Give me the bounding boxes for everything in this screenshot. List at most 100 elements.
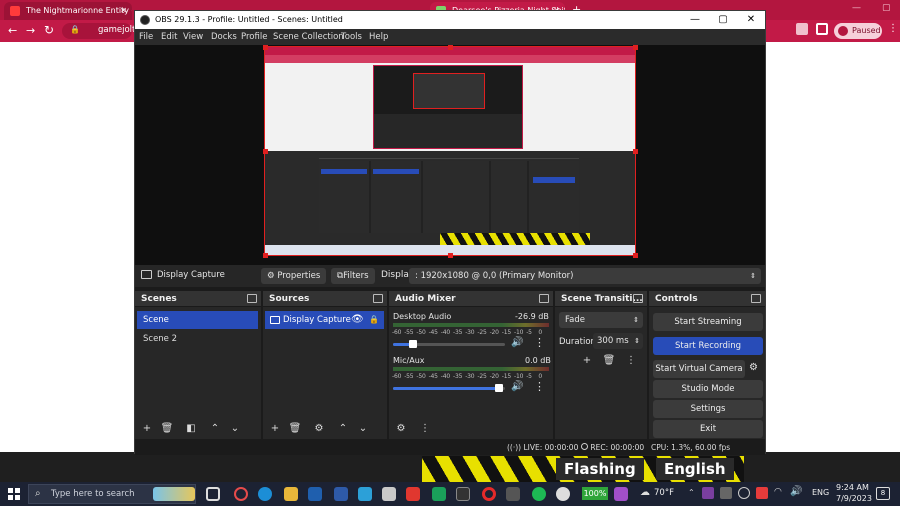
- eye-icon[interactable]: 👁: [351, 311, 364, 329]
- properties-button[interactable]: ⚙ Properties: [261, 268, 327, 284]
- chevron-up-icon[interactable]: ⌃: [688, 488, 695, 497]
- spotify-icon[interactable]: [532, 487, 546, 501]
- task-view-icon[interactable]: [206, 487, 220, 501]
- volume-icon[interactable]: 🔊: [790, 486, 802, 497]
- back-icon[interactable]: ←: [8, 24, 17, 37]
- settings-button[interactable]: Settings: [653, 400, 763, 418]
- menu-scene-collection[interactable]: Scene Collection: [273, 29, 344, 45]
- profile-paused-button[interactable]: Paused: [834, 23, 882, 39]
- menu-kebab-icon[interactable]: ⋮: [534, 336, 545, 349]
- trash-icon[interactable]: 🗑: [287, 421, 303, 437]
- filter-icon[interactable]: ◧: [183, 421, 199, 437]
- menu-help[interactable]: Help: [369, 29, 388, 45]
- start-recording-button[interactable]: Start Recording: [653, 337, 763, 355]
- menu-kebab-icon[interactable]: ⋮: [534, 380, 545, 393]
- undock-icon[interactable]: [751, 294, 761, 303]
- battery-indicator[interactable]: 100%: [582, 487, 608, 500]
- resize-handle[interactable]: [263, 253, 268, 258]
- opera-gx-icon[interactable]: [234, 487, 248, 501]
- clock-time[interactable]: 9:24 AM: [836, 483, 869, 492]
- terminal-icon[interactable]: [432, 487, 446, 501]
- speaker-icon[interactable]: 🔊: [511, 337, 523, 348]
- resize-handle[interactable]: [263, 45, 268, 50]
- menu-profile[interactable]: Profile: [241, 29, 267, 45]
- menu-view[interactable]: View: [183, 29, 203, 45]
- menu-kebab-icon[interactable]: ⋮: [888, 23, 898, 34]
- weather-temp[interactable]: 70°F: [654, 488, 674, 498]
- studio-mode-button[interactable]: Studio Mode: [653, 380, 763, 398]
- display-capture-preview[interactable]: [264, 46, 636, 256]
- resize-handle[interactable]: [633, 45, 638, 50]
- opera-icon[interactable]: [482, 487, 496, 501]
- menu-tools[interactable]: Tools: [341, 29, 362, 45]
- display-select[interactable]: : 1920x1080 @ 0,0 (Primary Monitor) ⇕: [409, 268, 761, 284]
- source-item[interactable]: Display Capture 👁 🔒: [265, 311, 384, 329]
- start-virtual-camera-button[interactable]: Start Virtual Camera: [653, 360, 745, 378]
- volume-slider-knob[interactable]: [495, 384, 504, 392]
- undock-icon[interactable]: [373, 294, 383, 303]
- forward-icon[interactable]: →: [26, 24, 35, 37]
- address-bar[interactable]: 🔒 gamejolt: [62, 23, 135, 39]
- minimize-icon[interactable]: —: [681, 11, 709, 29]
- obs-icon[interactable]: [556, 487, 570, 501]
- menu-edit[interactable]: Edit: [161, 29, 177, 45]
- exit-button[interactable]: Exit: [653, 420, 763, 438]
- app-icon[interactable]: [614, 487, 628, 501]
- scene-item[interactable]: Scene: [137, 311, 258, 329]
- resize-handle[interactable]: [448, 45, 453, 50]
- menu-kebab-icon[interactable]: ⋮: [623, 353, 639, 369]
- advanced-audio-gear-icon[interactable]: ⚙: [393, 421, 409, 437]
- reload-icon[interactable]: ↻: [44, 23, 54, 37]
- speaker-icon[interactable]: 🔊: [511, 381, 523, 392]
- clock-date[interactable]: 7/9/2023: [836, 494, 872, 503]
- trash-icon[interactable]: 🗑: [601, 353, 617, 369]
- calendar-icon[interactable]: [334, 487, 348, 501]
- add-icon[interactable]: +: [267, 421, 283, 437]
- tray-icon[interactable]: [720, 487, 732, 499]
- gear-icon[interactable]: ⚙: [749, 362, 758, 373]
- menu-kebab-icon[interactable]: ⋮: [417, 421, 433, 437]
- volume-slider-knob[interactable]: [409, 340, 418, 348]
- close-icon[interactable]: ✕: [737, 11, 765, 29]
- start-streaming-button[interactable]: Start Streaming: [653, 313, 763, 331]
- close-icon[interactable]: ✕: [120, 2, 127, 20]
- sidebar-icon[interactable]: [816, 23, 828, 35]
- undock-icon[interactable]: [247, 294, 257, 303]
- menu-file[interactable]: File: [139, 29, 153, 45]
- calculator-icon[interactable]: [382, 487, 396, 501]
- store-icon[interactable]: [308, 487, 322, 501]
- duration-input[interactable]: 300 ms ⇕: [593, 333, 643, 349]
- maximize-icon[interactable]: ▢: [709, 11, 737, 29]
- scene-item[interactable]: Scene 2: [137, 330, 258, 348]
- windows-start-icon[interactable]: [8, 488, 20, 500]
- taskbar-search[interactable]: ⌕ Type here to search: [28, 484, 196, 504]
- gmail-icon[interactable]: [406, 487, 420, 501]
- resize-handle[interactable]: [448, 253, 453, 258]
- lock-icon[interactable]: 🔒: [369, 311, 379, 329]
- move-up-icon[interactable]: ⌃: [335, 421, 351, 437]
- resize-handle[interactable]: [633, 253, 638, 258]
- file-explorer-icon[interactable]: [284, 487, 298, 501]
- tray-icon[interactable]: [738, 487, 750, 499]
- undock-icon[interactable]: [539, 294, 549, 303]
- resize-handle[interactable]: [633, 149, 638, 154]
- wifi-icon[interactable]: ◠: [774, 487, 782, 497]
- app-l-icon[interactable]: [358, 487, 372, 501]
- move-down-icon[interactable]: ⌄: [355, 421, 371, 437]
- extension-icon[interactable]: [796, 23, 808, 35]
- menu-docks[interactable]: Docks: [211, 29, 237, 45]
- app-icon[interactable]: [456, 487, 470, 501]
- app-icon[interactable]: [506, 487, 520, 501]
- browser-tab-1[interactable]: The Nightmarionne Entity - How ✕: [4, 2, 132, 20]
- undock-icon[interactable]: [633, 294, 643, 303]
- add-icon[interactable]: +: [579, 353, 595, 369]
- edge-icon[interactable]: [258, 487, 272, 501]
- move-up-icon[interactable]: ⌃: [207, 421, 223, 437]
- restore-icon[interactable]: ▢: [882, 3, 891, 13]
- transition-select[interactable]: Fade ⇕: [559, 312, 643, 328]
- gear-icon[interactable]: ⚙: [311, 421, 327, 437]
- language-indicator[interactable]: ENG: [812, 488, 829, 497]
- filters-button[interactable]: ⧉Filters: [331, 268, 375, 284]
- notifications-icon[interactable]: 8: [876, 487, 890, 500]
- tray-icon[interactable]: [702, 487, 714, 499]
